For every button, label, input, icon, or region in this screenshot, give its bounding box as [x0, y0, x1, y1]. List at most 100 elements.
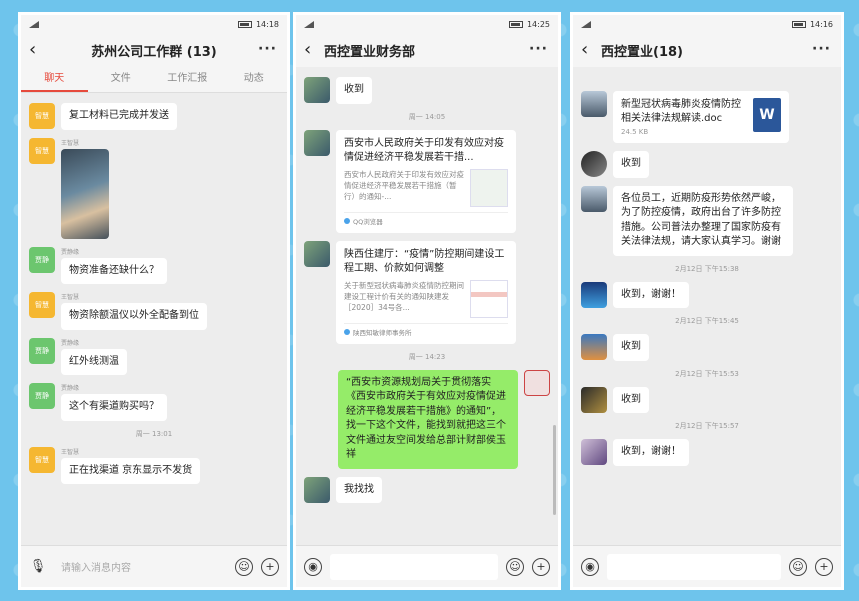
message-input[interactable]: 请输入消息内容	[55, 554, 227, 580]
message-bubble-sent[interactable]: “西安市资源规划局关于贯彻落实《西安市政府关于有效应对疫情促进经济平稳发展若干措…	[338, 369, 518, 469]
tab-moments[interactable]: 动态	[221, 67, 288, 92]
battery-icon	[791, 20, 806, 28]
message-list[interactable]: 收到 周一 14:05 西安市人民政府关于印发有效应对疫情促进经济平稳发展若干措…	[296, 69, 558, 545]
battery-icon	[237, 20, 252, 28]
link-card[interactable]: 陕西住建厅：“疫情”防控期间建设工程工期、价款如何调整 关于新型冠状病毒肺炎疫情…	[336, 240, 516, 344]
avatar[interactable]	[581, 151, 607, 177]
link-card[interactable]: 西安市人民政府关于印发有效应对疫情促进经济平稳发展若干措... 西安市人民政府关…	[336, 129, 516, 233]
message-bubble[interactable]: 红外线测温	[61, 348, 127, 375]
microphone-icon[interactable]: 🎙	[29, 558, 47, 576]
file-size: 24.5 KB	[621, 128, 649, 136]
avatar[interactable]: 贾静	[29, 337, 55, 364]
card-source: 陕西知敏律师事务所	[344, 322, 508, 337]
message-bubble[interactable]: 收到	[613, 151, 649, 178]
avatar[interactable]: 智慧	[29, 137, 55, 164]
list-item: 收到	[581, 386, 833, 413]
list-item: 智慧 王智慧 物资除额温仪以外全配备到位	[29, 292, 279, 330]
tab-work-report[interactable]: 工作汇报	[154, 67, 221, 92]
avatar[interactable]: 贾静	[29, 246, 55, 273]
avatar[interactable]	[304, 476, 330, 503]
list-item: 贾静 贾静缘 物资准备还缺什么？	[29, 246, 279, 284]
message-bubble[interactable]: 收到	[613, 334, 649, 361]
message-bubble[interactable]: 复工材料已完成并发送	[61, 103, 177, 130]
message-bubble[interactable]: 收到	[336, 77, 372, 104]
message-bubble[interactable]: 各位员工，近期防疫形势依然严峻，为了防控疫情，政府出台了许多防控措施。公司普法办…	[613, 185, 793, 256]
avatar[interactable]	[581, 439, 607, 465]
voice-icon[interactable]: ◉	[304, 557, 322, 576]
status-time: 14:25	[526, 19, 550, 29]
message-list[interactable]: 智慧 复工材料已完成并发送 智慧 王智慧 贾静 贾静缘 物资准备还缺什么？ 智慧…	[21, 95, 287, 545]
chat-title: 苏州公司工作群 (13)	[91, 44, 217, 60]
avatar[interactable]	[524, 369, 550, 396]
sender-name: 王智慧	[61, 294, 80, 301]
sender-name: 王智慧	[61, 448, 80, 456]
back-icon[interactable]: ‹	[581, 41, 601, 59]
timestamp: 周一 14:05	[408, 112, 446, 121]
message-bubble[interactable]: 收到，谢谢！	[613, 281, 689, 308]
more-icon[interactable]: ···	[529, 41, 548, 57]
list-item: 陕西住建厅：“疫情”防控期间建设工程工期、价款如何调整 关于新型冠状病毒肺炎疫情…	[304, 240, 550, 344]
avatar[interactable]: 智慧	[29, 292, 55, 318]
list-item: 收到	[581, 151, 833, 178]
timestamp: 2月12日 下午15:45	[675, 317, 739, 325]
file-card[interactable]: 新型冠状病毒肺炎疫情防控相关法律法规解读.doc 24.5 KB W	[613, 91, 789, 143]
status-time: 14:18	[255, 19, 279, 29]
message-bubble[interactable]: 物资准备还缺什么？	[61, 257, 167, 284]
source-icon	[344, 328, 350, 335]
card-title: 陕西住建厅：“疫情”防控期间建设工程工期、价款如何调整	[344, 248, 505, 274]
title-bar: ‹ 西控置业(18) ···	[573, 33, 841, 67]
back-icon[interactable]: ‹	[29, 41, 49, 59]
status-time: 14:16	[809, 19, 833, 29]
emoji-icon[interactable]: ☺	[789, 557, 807, 576]
message-bubble[interactable]: 正在找渠道 京东显示不发货	[61, 457, 201, 484]
more-icon[interactable]: ···	[258, 41, 277, 57]
timestamp: 2月12日 下午15:38	[675, 264, 739, 273]
message-input[interactable]	[330, 553, 498, 580]
avatar[interactable]	[581, 281, 607, 308]
tab-chat[interactable]: 聊天	[21, 67, 88, 92]
list-item: 贾静 贾静缘 红外线测温	[29, 337, 279, 375]
emoji-icon[interactable]: ☺	[235, 557, 253, 576]
voice-icon[interactable]: ◉	[581, 557, 599, 576]
list-item: 新型冠状病毒肺炎疫情防控相关法律法规解读.doc 24.5 KB W	[581, 91, 833, 143]
tab-files[interactable]: 文件	[88, 67, 155, 92]
add-icon[interactable]: +	[261, 557, 279, 576]
sender-name: 王智慧	[61, 139, 80, 147]
photo-message[interactable]	[61, 148, 109, 239]
scrollbar[interactable]	[553, 425, 556, 515]
back-icon[interactable]: ‹	[304, 41, 324, 59]
sender-name: 贾静缘	[61, 339, 80, 347]
avatar[interactable]	[304, 77, 330, 103]
avatar[interactable]	[581, 185, 607, 212]
message-list[interactable]: 新型冠状病毒肺炎疫情防控相关法律法规解读.doc 24.5 KB W 收到 各位…	[573, 69, 841, 545]
avatar[interactable]	[581, 91, 607, 117]
message-bubble[interactable]: 物资除额温仪以外全配备到位	[61, 303, 207, 330]
avatar[interactable]: 贾静	[29, 383, 55, 409]
chat-title: 西控置业(18)	[601, 44, 683, 60]
message-input[interactable]	[607, 553, 781, 580]
avatar[interactable]: 智慧	[29, 103, 55, 129]
add-icon[interactable]: +	[532, 557, 550, 576]
message-bubble[interactable]: 收到，谢谢！	[613, 439, 689, 466]
message-bubble[interactable]: 我找找	[336, 476, 382, 503]
input-bar: 🎙 请输入消息内容 ☺ +	[21, 545, 287, 587]
chat-title: 西控置业财务部	[324, 44, 416, 60]
timestamp: 2月12日 下午15:57	[675, 422, 739, 430]
avatar[interactable]	[304, 129, 330, 156]
card-source: QQ浏览器	[344, 211, 508, 226]
battery-icon	[508, 20, 523, 28]
avatar[interactable]	[304, 240, 330, 267]
avatar[interactable]: 智慧	[29, 446, 55, 473]
emoji-icon[interactable]: ☺	[506, 557, 524, 576]
sender-name: 贾静缘	[61, 248, 80, 256]
message-bubble[interactable]: 这个有渠道购买吗？	[61, 394, 167, 421]
status-bar: 14:18	[21, 15, 287, 33]
more-icon[interactable]: ···	[812, 41, 831, 57]
message-bubble[interactable]: 收到	[613, 386, 649, 413]
signal-icon	[29, 20, 39, 28]
list-item: 收到，谢谢！	[581, 281, 833, 308]
add-icon[interactable]: +	[815, 557, 833, 576]
avatar[interactable]	[581, 386, 607, 413]
avatar[interactable]	[581, 334, 607, 360]
sender-name: 贾静缘	[61, 385, 80, 392]
